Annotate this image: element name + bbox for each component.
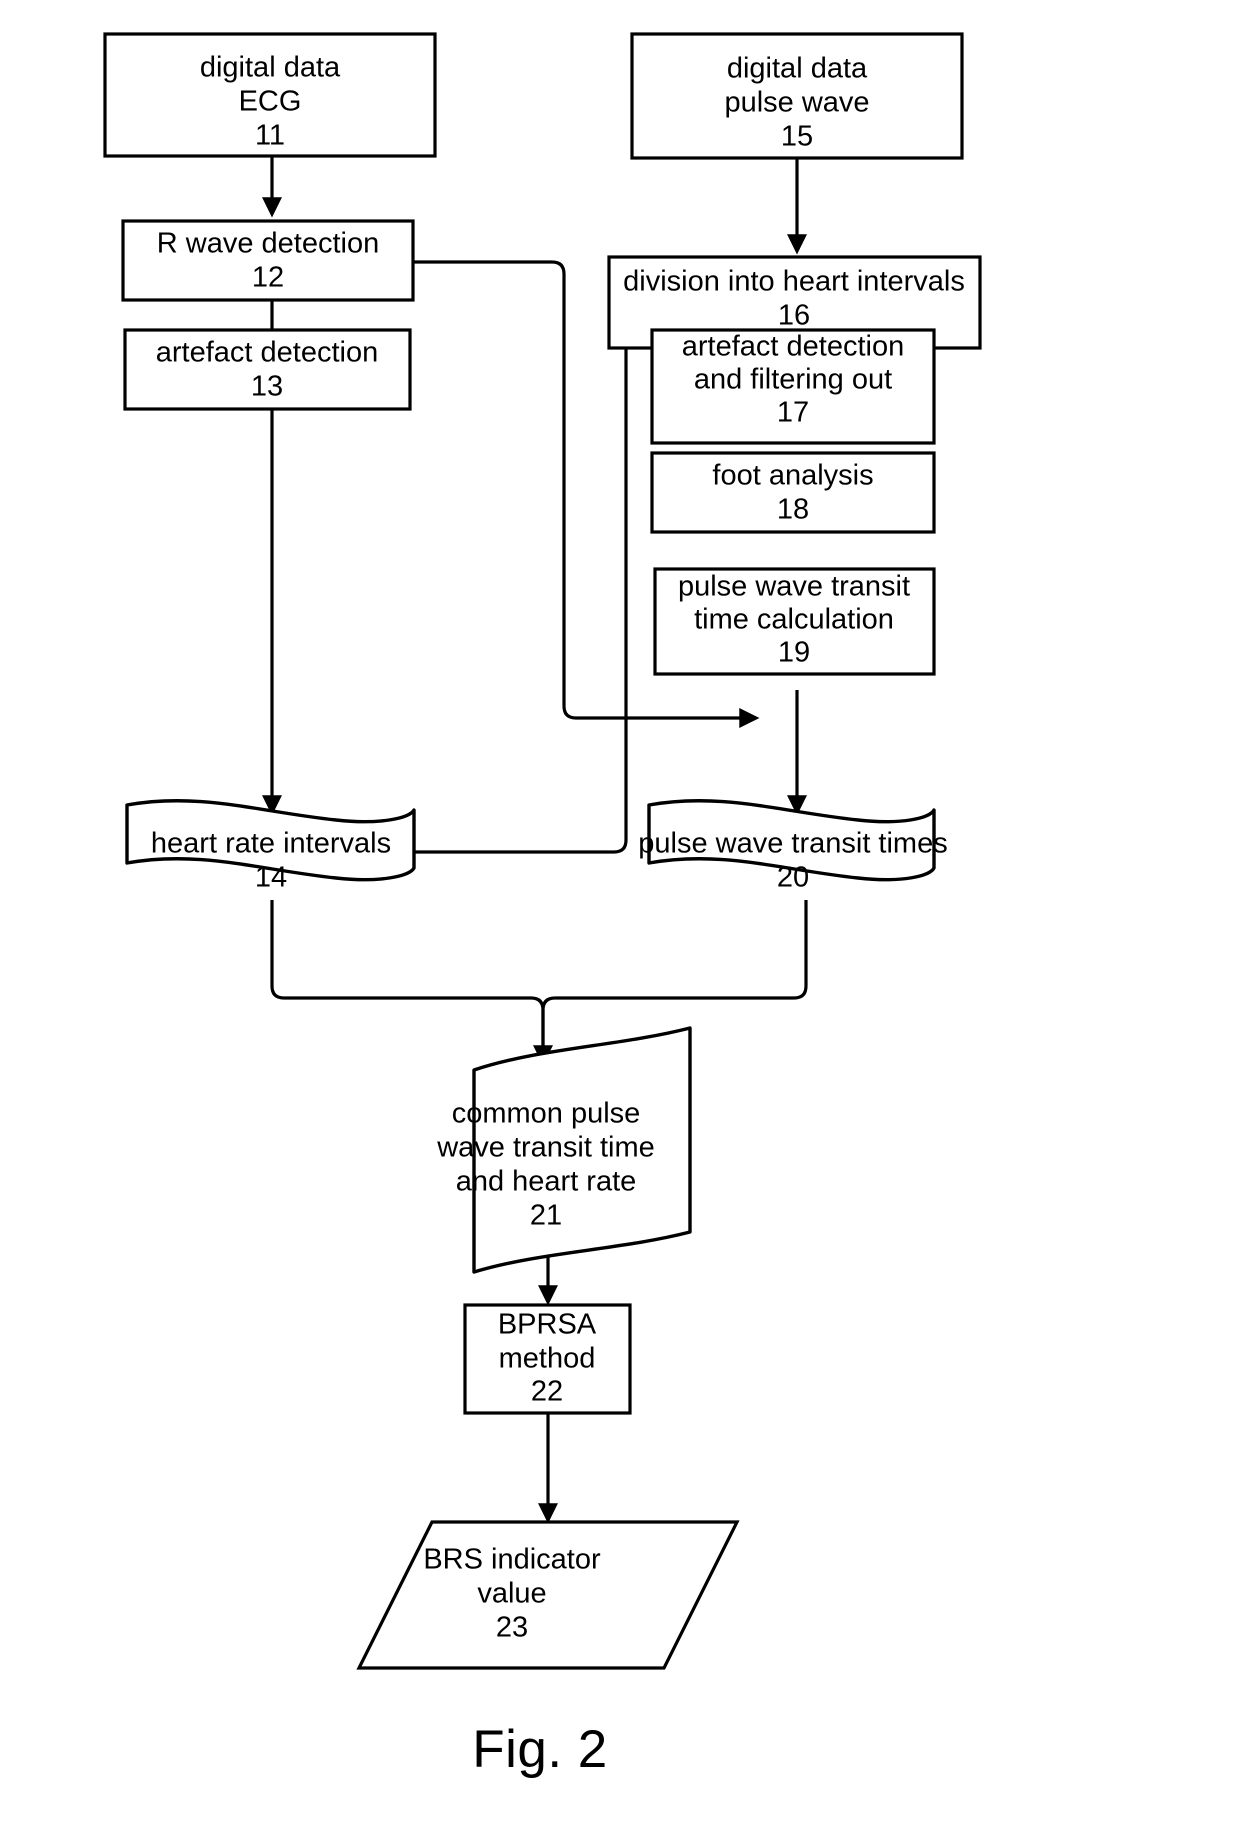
- node-21-line2: wave transit time: [436, 1132, 655, 1164]
- node-11-line2: ECG: [239, 86, 302, 118]
- node-15-line1: digital data: [727, 53, 868, 85]
- node-19-ref: 19: [778, 637, 810, 669]
- node-17-line2: and filtering out: [694, 364, 892, 396]
- node-bprsa-method[interactable]: BPRSA method 22: [463, 1303, 632, 1415]
- node-19-line1: pulse wave transit: [678, 571, 910, 603]
- node-foot-analysis[interactable]: foot analysis 18: [650, 451, 936, 534]
- node-20-ref: 20: [777, 862, 809, 894]
- node-artefact-detection-and-filtering-out[interactable]: artefact detection and filtering out 17: [650, 328, 936, 445]
- node-pulse-wave-transit-times[interactable]: pulse wave transit times 20: [638, 799, 948, 894]
- figure-canvas: digital data ECG 11 digital data pulse w…: [0, 0, 1240, 1825]
- node-20-line1: pulse wave transit times: [638, 828, 947, 860]
- node-17-ref: 17: [777, 397, 809, 429]
- node-17-line1: artefact detection: [682, 331, 904, 363]
- node-23-line2: value: [477, 1578, 546, 1610]
- node-22-ref: 22: [531, 1376, 563, 1408]
- node-15-ref: 15: [781, 121, 813, 153]
- node-artefact-detection[interactable]: artefact detection 13: [123, 328, 412, 411]
- node-21-line1: common pulse: [452, 1098, 641, 1130]
- node-22-line2: method: [499, 1343, 596, 1375]
- node-brs-indicator-value[interactable]: BRS indicator value 23: [356, 1520, 740, 1670]
- figure-caption: Fig. 2: [472, 1720, 608, 1779]
- node-19-line2: time calculation: [694, 604, 894, 636]
- node-14-ref: 14: [255, 862, 287, 894]
- node-16-line1: division into heart intervals: [623, 266, 965, 298]
- node-11-ref: 11: [255, 120, 285, 152]
- node-11-line1: digital data: [200, 52, 341, 84]
- node-15-line2: pulse wave: [724, 87, 869, 119]
- node-heart-rate-intervals[interactable]: heart rate intervals 14: [125, 799, 416, 894]
- node-21-line3: and heart rate: [456, 1166, 637, 1198]
- node-12-ref: 12: [252, 262, 284, 294]
- connector-14-to-21: [270, 900, 553, 1066]
- node-18-ref: 18: [777, 494, 809, 526]
- node-14-line1: heart rate intervals: [151, 828, 391, 860]
- node-13-ref: 13: [251, 371, 283, 403]
- node-22-line1: BPRSA: [498, 1309, 597, 1341]
- node-r-wave-detection[interactable]: R wave detection 12: [121, 219, 415, 302]
- node-23-line1: BRS indicator: [423, 1544, 601, 1576]
- node-pulse-wave-transit-time-calculation[interactable]: pulse wave transit time calculation 19: [653, 567, 936, 676]
- node-12-line1: R wave detection: [157, 228, 379, 260]
- node-23-ref: 23: [496, 1612, 528, 1644]
- node-digital-data-pulse-wave[interactable]: digital data pulse wave 15: [630, 32, 964, 160]
- connector-20-to-21: [541, 900, 808, 1050]
- node-21-ref: 21: [530, 1200, 562, 1232]
- node-16-ref: 16: [778, 300, 810, 332]
- flowchart-svg: digital data ECG 11 digital data pulse w…: [103, 32, 982, 1779]
- node-18-line1: foot analysis: [712, 460, 873, 492]
- node-common-pulse-wave-transit-time-and-heart-rate[interactable]: common pulse wave transit time and heart…: [436, 1026, 692, 1274]
- node-13-line1: artefact detection: [156, 337, 378, 369]
- node-digital-data-ecg[interactable]: digital data ECG 11: [103, 32, 437, 158]
